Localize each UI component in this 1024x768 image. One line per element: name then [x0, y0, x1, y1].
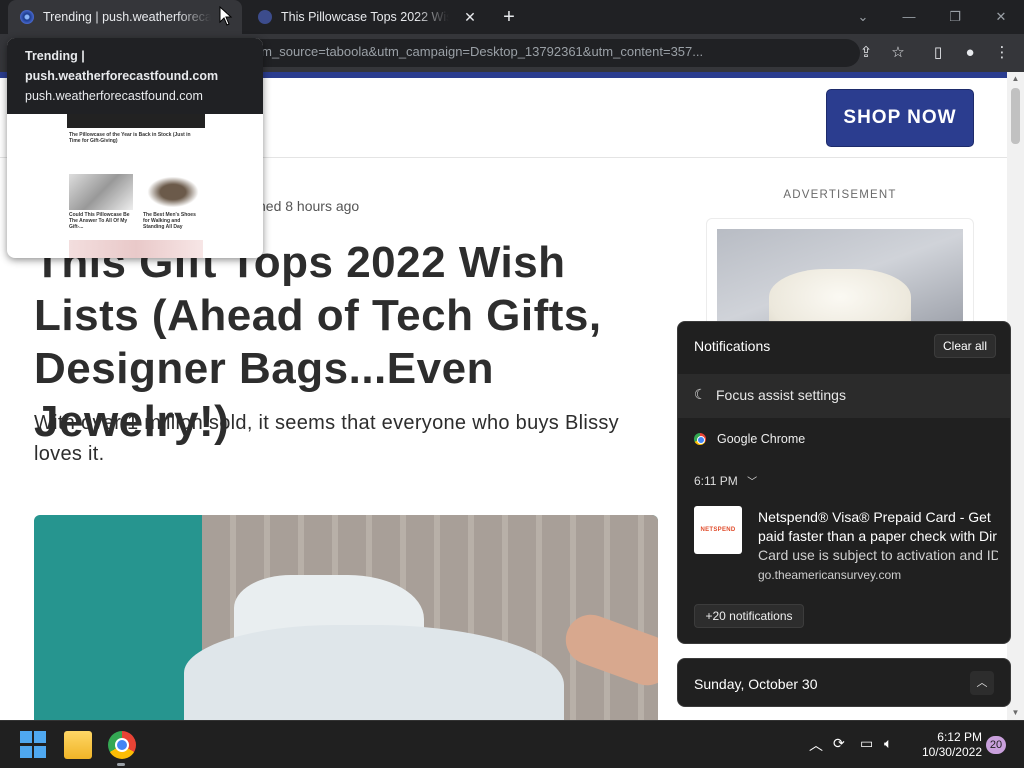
tab-strip: Trending | push.weatherforecastfound.com… [0, 0, 1024, 34]
clock-date: 10/30/2022 [921, 745, 982, 759]
running-indicator [117, 763, 125, 766]
calendar-flyout: Sunday, October 30 ︿ [677, 658, 1011, 707]
article-subheadline: With over 1 million sold, it seems that … [34, 412, 619, 465]
side-panel-icon[interactable]: ▯ [928, 43, 948, 63]
netspend-logo: NETSPEND [694, 506, 742, 554]
start-button[interactable] [20, 731, 48, 759]
volume-icon[interactable]: 🔈︎ [884, 735, 892, 752]
new-tab-button[interactable]: + [498, 6, 520, 28]
calendar-date: Sunday, October 30 [694, 676, 818, 692]
bookmark-star-icon[interactable]: ☆ [888, 43, 908, 63]
menu-icon[interactable]: ⋮ [992, 43, 1012, 63]
thumb-caption-3: The Best Men's Shoes for Walking and Sta… [143, 212, 196, 230]
hover-card-title: Trending | [25, 49, 85, 63]
clock-time: 6:12 PM [937, 730, 982, 744]
thumb-caption-2: Could This Pillowcase Be The Answer To A… [69, 212, 130, 230]
notification-card[interactable]: NETSPEND Netspend® Visa® Prepaid Card - … [694, 506, 998, 586]
chrome-icon [694, 433, 706, 445]
url-text[interactable]: ust-have-gift-1?utm_source=taboola&utm_c… [160, 44, 850, 59]
hover-card-url: push.weatherforecastfound.com [25, 89, 203, 103]
scrollbar-thumb[interactable] [1011, 88, 1020, 144]
share-icon[interactable]: ⇪ [856, 43, 876, 63]
tab-search-icon[interactable]: ⌄ [852, 6, 874, 28]
notification-count-badge[interactable]: 20 [986, 736, 1006, 754]
app-name: Google Chrome [717, 432, 806, 446]
desktop: Trending | push.weatherforecastfound.com… [0, 0, 1024, 768]
show-hidden-icons-icon[interactable]: ︿ [809, 735, 823, 755]
tab-trending[interactable]: Trending | push.weatherforecastfound.com… [8, 0, 242, 34]
published-time: hed 8 hours ago [258, 198, 360, 214]
file-explorer-icon[interactable] [64, 731, 92, 759]
mouse-cursor-icon [219, 6, 233, 26]
notification-center: Notifications Clear all ☾ Focus assist s… [677, 321, 1011, 644]
site-favicon-icon [258, 10, 272, 24]
sync-icon[interactable]: ⟳ [833, 735, 845, 752]
hero-image [34, 515, 658, 720]
notification-time[interactable]: 6:11 PM ﹀ [694, 473, 757, 488]
clear-all-button[interactable]: Clear all [934, 334, 996, 358]
close-window-icon[interactable]: ✕ [990, 6, 1012, 28]
taskbar: ︿ ⟳ ▭ 🔈︎ 6:12 PM 10/30/2022 20 [0, 720, 1024, 768]
notification-app-header: Google Chrome [694, 432, 805, 446]
moon-icon: ☾ [694, 386, 707, 402]
notification-title-2: paid faster than a paper check with Dir [758, 528, 997, 544]
advertisement-label: ADVERTISEMENT [783, 189, 897, 201]
site-favicon-icon [20, 10, 34, 24]
notification-body: Card use is subject to activation and ID [758, 547, 998, 563]
more-notifications-button[interactable]: +20 notifications [694, 604, 804, 628]
minimize-icon[interactable]: — [898, 6, 920, 28]
notifications-header: Notifications [694, 338, 771, 354]
tab-pillowcase[interactable]: This Pillowcase Tops 2022 Wish Lists ✕ [250, 0, 488, 34]
focus-assist-label: Focus assist settings [716, 387, 846, 403]
restore-icon[interactable]: ❐ [944, 6, 966, 28]
close-tab-icon[interactable]: ✕ [462, 9, 478, 25]
advertisement-image[interactable] [717, 229, 963, 328]
notification-source: go.theamericansurvey.com [758, 568, 902, 582]
profile-icon[interactable]: ● [960, 43, 980, 63]
chevron-down-icon[interactable]: ﹀ [747, 477, 757, 488]
scroll-down-icon[interactable]: ▼ [1011, 708, 1020, 717]
tab-title: Trending | push.weatherforecastfound.com [43, 10, 211, 24]
notification-title: Netspend® Visa® Prepaid Card - Get [758, 509, 991, 525]
network-icon[interactable]: ▭ [860, 735, 873, 752]
system-clock[interactable]: 6:12 PM 10/30/2022 [906, 730, 982, 760]
hover-card-title-2: push.weatherforecastfound.com [25, 69, 219, 83]
focus-assist-settings[interactable]: ☾ Focus assist settings [678, 374, 1010, 418]
tab-hover-card: Trending | push.weatherforecastfound.com… [7, 38, 263, 258]
thumb-caption-1: The Pillowcase of the Year is Back in St… [69, 132, 191, 144]
tab-title: This Pillowcase Tops 2022 Wish Lists [281, 10, 449, 24]
chrome-taskbar-icon[interactable] [108, 731, 136, 759]
scroll-up-icon[interactable]: ▲ [1011, 74, 1020, 83]
shop-now-button[interactable]: SHOP NOW [826, 89, 974, 147]
chevron-up-icon[interactable]: ︿ [970, 671, 994, 695]
hover-card-thumbnail: The Pillowcase of the Year is Back in St… [67, 114, 205, 258]
